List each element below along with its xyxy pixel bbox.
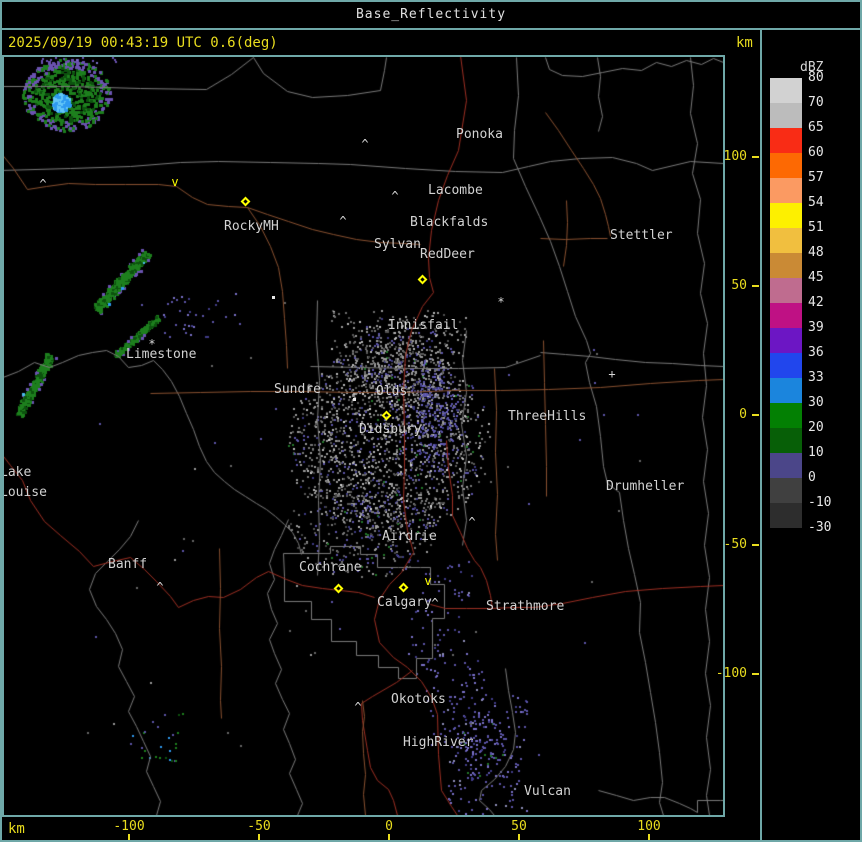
marker-diamond-icon — [240, 196, 251, 207]
colorbar-swatches: 80 70 65 60 57 54 51 48 45 42 39 36 33 30 20 10 0 -10 -30 — [762, 30, 860, 840]
colorbar-level-label: 20 — [808, 420, 824, 435]
colorbar-swatch — [770, 278, 802, 303]
page-title: Base_Reflectivity — [355, 7, 507, 22]
colorbar-swatch — [770, 128, 802, 153]
title-bar: Base_Reflectivity — [2, 2, 860, 30]
x-axis-tick — [258, 834, 260, 840]
radar-map[interactable]: Ponoka Lacombe Blackfalds Stettler Sylvan Red… — [2, 55, 725, 817]
marker-caret-icon: ^ — [391, 189, 399, 203]
colorbar-level-label: -30 — [808, 520, 832, 535]
colorbar-swatch — [770, 478, 802, 503]
y-axis-tick-label: 0 — [739, 407, 747, 422]
x-axis-tick-label: 100 — [637, 819, 661, 834]
colorbar-level-label: -10 — [808, 495, 832, 510]
y-axis-tick-label: -50 — [723, 537, 747, 552]
marker-plus-icon: + — [608, 367, 616, 381]
marker-asterisk-icon: * — [497, 295, 505, 309]
y-axis-tick-label: -100 — [715, 666, 747, 681]
colorbar-swatch — [770, 428, 802, 453]
colorbar-level-label: 60 — [808, 145, 824, 160]
marker-dot-icon — [353, 398, 356, 401]
right-axis: 100 50 0 -50 -100 — [716, 55, 760, 817]
y-axis-tick — [752, 544, 759, 546]
colorbar-swatch — [770, 378, 802, 403]
colorbar-level-label: 30 — [808, 395, 824, 410]
colorbar-level-label: 51 — [808, 220, 824, 235]
radar-app-window: Base_Reflectivity 2025/09/19 00:43:19 UT… — [0, 0, 862, 842]
marker-diamond-icon — [417, 274, 428, 285]
y-axis-tick — [752, 673, 759, 675]
colorbar-level-label: 36 — [808, 345, 824, 360]
colorbar-level-label: 80 — [808, 70, 824, 85]
bottom-axis-ticks: -100 -50 0 50 100 — [2, 817, 760, 840]
y-axis-tick — [752, 285, 759, 287]
y-axis-tick-label: 50 — [731, 278, 747, 293]
colorbar-level-label: 42 — [808, 295, 824, 310]
y-axis-unit-label: km — [736, 35, 753, 51]
info-bar: 2025/09/19 00:43:19 UTC 0.6(deg) km — [2, 30, 860, 55]
colorbar-level-label: 45 — [808, 270, 824, 285]
colorbar-swatch — [770, 103, 802, 128]
x-axis-tick-label: -100 — [113, 819, 145, 834]
marker-diamond-icon — [333, 583, 344, 594]
colorbar-level-label: 54 — [808, 195, 824, 210]
marker-diamond-icon — [381, 410, 392, 421]
colorbar-level-label: 10 — [808, 445, 824, 460]
colorbar-swatch — [770, 453, 802, 478]
colorbar-swatch — [770, 403, 802, 428]
colorbar-swatch — [770, 328, 802, 353]
colorbar-swatch — [770, 203, 802, 228]
marker-dot-icon — [272, 296, 275, 299]
marker-caret-icon: ^ — [39, 177, 47, 191]
marker-caret-icon: ^ — [354, 700, 362, 714]
y-axis-tick — [752, 414, 759, 416]
colorbar-level-label: 33 — [808, 370, 824, 385]
marker-caret-icon: ^ — [361, 137, 369, 151]
colorbar-level-label: 65 — [808, 120, 824, 135]
marker-asterisk-icon: * — [148, 337, 156, 351]
x-axis-tick-label: -50 — [247, 819, 271, 834]
colorbar-panel: dBZ 80 70 65 60 57 54 51 48 45 42 39 36 33 30 20 10 0 -10… — [762, 30, 860, 840]
marker-caret-icon: ^ — [156, 580, 164, 594]
marker-layer: v v ^ ^ ^ ^ ^ ^ ^ ^ * * + — [4, 57, 723, 815]
colorbar-swatch — [770, 303, 802, 328]
x-axis-tick — [388, 834, 390, 840]
colorbar-swatch — [770, 153, 802, 178]
x-axis-tick-label: 50 — [511, 819, 527, 834]
marker-caret-icon: ^ — [431, 596, 439, 610]
marker-diamond-icon — [398, 582, 409, 593]
colorbar-level-label: 57 — [808, 170, 824, 185]
colorbar-level-label: 70 — [808, 95, 824, 110]
x-axis-tick — [518, 834, 520, 840]
colorbar-swatch — [770, 178, 802, 203]
colorbar-swatch — [770, 503, 802, 528]
y-axis-tick-label: 100 — [723, 149, 747, 164]
colorbar-swatch — [770, 78, 802, 103]
x-axis-tick-label: 0 — [385, 819, 393, 834]
x-axis-tick — [648, 834, 650, 840]
marker-v-icon: v — [424, 574, 432, 588]
colorbar-level-label: 39 — [808, 320, 824, 335]
colorbar-level-label: 48 — [808, 245, 824, 260]
y-axis-tick — [752, 156, 759, 158]
marker-v-icon: v — [171, 175, 179, 189]
marker-caret-icon: ^ — [339, 214, 347, 228]
colorbar-swatch — [770, 353, 802, 378]
colorbar-level-label: 0 — [808, 470, 816, 485]
bottom-axis: km -100 -50 0 50 100 — [2, 817, 760, 840]
marker-caret-icon: ^ — [468, 515, 476, 529]
x-axis-tick — [128, 834, 130, 840]
colorbar-swatch — [770, 228, 802, 253]
colorbar-swatch — [770, 253, 802, 278]
timestamp-label: 2025/09/19 00:43:19 UTC 0.6(deg) — [8, 35, 278, 51]
